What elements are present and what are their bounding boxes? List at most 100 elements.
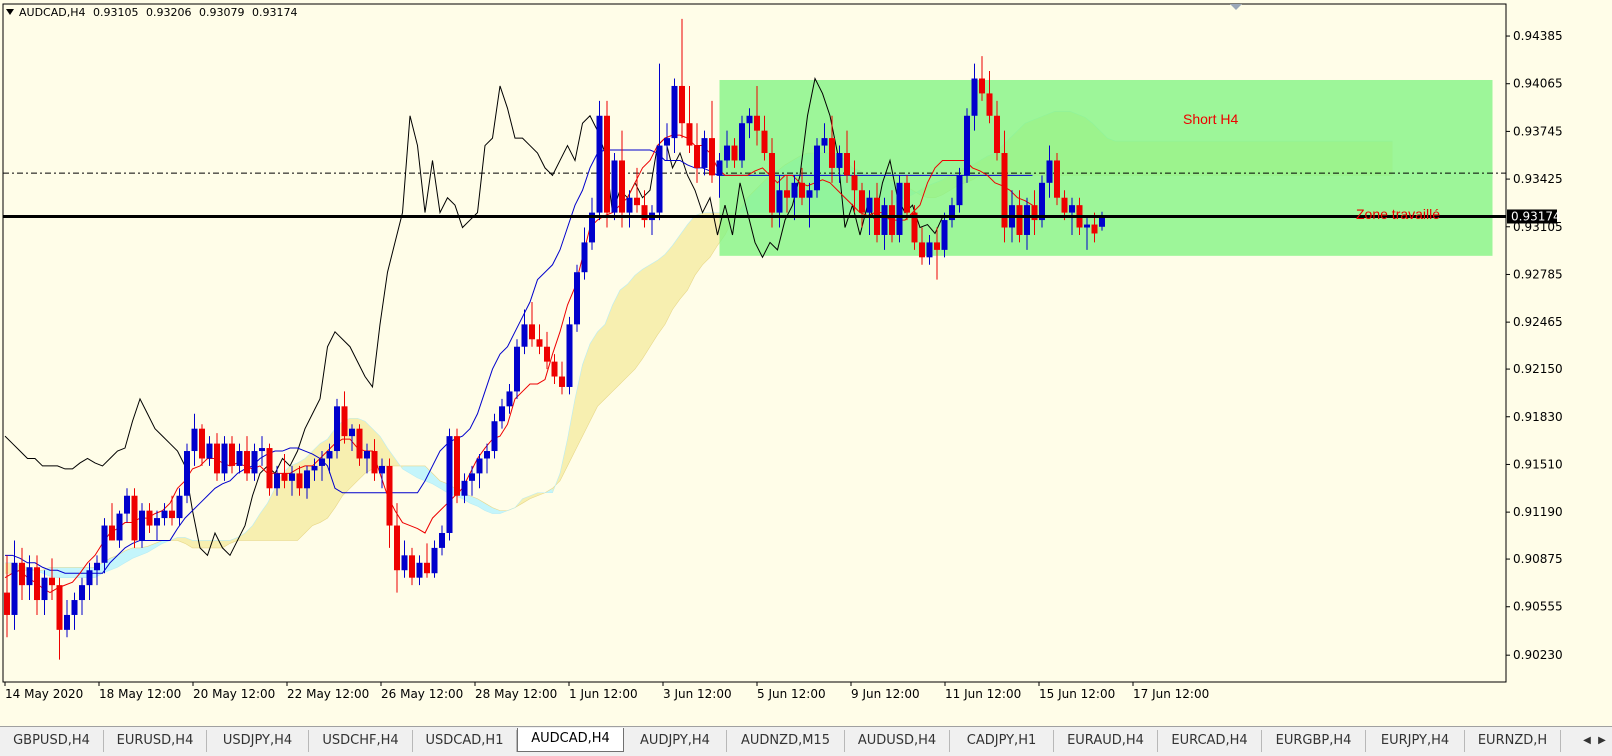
- candle-body: [364, 451, 370, 459]
- candle-body: [889, 205, 895, 235]
- tab-audusd-h4[interactable]: AUDUSD,H4: [845, 730, 950, 752]
- x-tick-label: 14 May 2020: [5, 687, 83, 701]
- tab-audnzd-m15[interactable]: AUDNZD,M15: [727, 730, 845, 752]
- candle-body: [679, 85, 685, 124]
- cloud-segment: [215, 540, 223, 548]
- tab-usdchf-h4[interactable]: USDCHF,H4: [309, 730, 413, 752]
- candle-body: [896, 182, 903, 235]
- candle-body: [611, 160, 618, 213]
- tab-eurjpy-h4[interactable]: EURJPY,H4: [1366, 730, 1465, 752]
- candle-body: [341, 406, 348, 437]
- candle-body: [266, 448, 273, 489]
- price-chart[interactable]: 0.94385 0.94065 0.93745 0.93425 0.93105 0.927…: [0, 0, 1612, 726]
- candle-body: [746, 115, 753, 124]
- y-tick-label: 0.94385: [1513, 29, 1563, 43]
- candle-body: [109, 525, 115, 541]
- tab-eurnzd-h[interactable]: EURNZD,H: [1465, 730, 1561, 752]
- candle-body: [244, 451, 250, 474]
- candle-body: [469, 473, 475, 481]
- candle-body: [626, 197, 633, 213]
- y-tick-label: 0.90875: [1513, 552, 1563, 566]
- candle-body: [506, 391, 513, 407]
- candle-body: [424, 562, 430, 574]
- x-tick-label: 3 Jun 12:00: [663, 687, 732, 701]
- tab-cadjpy-h1[interactable]: CADJPY,H1: [950, 730, 1054, 752]
- candle-body: [701, 138, 708, 168]
- candle-body: [1069, 205, 1075, 213]
- candle-body: [251, 451, 258, 474]
- candle-body: [866, 197, 873, 213]
- candle-body: [724, 145, 730, 161]
- candle-body: [619, 160, 625, 213]
- tab-euraud-h4[interactable]: EURAUD,H4: [1054, 730, 1158, 752]
- cloud-segment: [642, 264, 650, 359]
- cloud-segment: [657, 254, 665, 335]
- candle-body: [776, 190, 783, 213]
- candle: [1039, 175, 1045, 228]
- tab-eurcad-h4[interactable]: EURCAD,H4: [1158, 730, 1262, 752]
- tab-usdjpy-h4[interactable]: USDJPY,H4: [207, 730, 309, 752]
- candle-body: [814, 145, 820, 191]
- candle-body: [409, 555, 415, 578]
- tab-scroll-left-icon[interactable]: ◀: [1580, 733, 1594, 749]
- candle-body: [1054, 160, 1060, 198]
- candle: [896, 175, 903, 243]
- candle-body: [536, 339, 543, 347]
- candle-body: [806, 190, 813, 198]
- dropdown-triangle-icon[interactable]: [6, 9, 14, 15]
- candle-body: [416, 562, 423, 578]
- candle-body: [236, 451, 243, 466]
- cloud-segment: [635, 269, 643, 370]
- candle-body: [634, 197, 640, 206]
- tab-eurusd-h4[interactable]: EURUSD,H4: [104, 730, 207, 752]
- candle-body: [956, 175, 963, 206]
- candle-body: [4, 592, 10, 615]
- y-tick-label: 0.93425: [1513, 172, 1563, 186]
- candle-body: [934, 242, 940, 250]
- candle-body: [394, 525, 400, 571]
- candle-body: [559, 376, 565, 387]
- current-price-label: 0.93174: [1511, 209, 1561, 223]
- candle-body: [499, 406, 505, 422]
- x-tick-label: 15 Jun 12:00: [1039, 687, 1115, 701]
- candle-body: [116, 513, 123, 541]
- candle-body: [1091, 224, 1098, 234]
- tab-eurgbp-h4[interactable]: EURGBP,H4: [1262, 730, 1366, 752]
- tab-audjpy-h4[interactable]: AUDJPY,H4: [624, 730, 727, 752]
- candle: [964, 108, 970, 183]
- cloud-segment: [365, 421, 373, 474]
- candle-body: [739, 123, 745, 161]
- candle-body: [656, 145, 663, 213]
- candle-body: [169, 510, 175, 519]
- chart-window[interactable]: 0.94385 0.94065 0.93745 0.93425 0.93105 0.927…: [0, 0, 1612, 726]
- candle-body: [986, 93, 993, 116]
- candle-body: [439, 532, 445, 548]
- candle-body: [26, 567, 33, 586]
- y-tick-label: 0.94065: [1513, 77, 1563, 91]
- candle-body: [971, 78, 978, 116]
- candle-body: [326, 451, 333, 459]
- candle-body: [176, 495, 183, 519]
- candle: [446, 428, 453, 541]
- x-tick-label: 5 Jun 12:00: [757, 687, 826, 701]
- candle: [574, 264, 580, 332]
- cloud-segment: [695, 212, 703, 276]
- chart-header: AUDCAD,H4 0.93105 0.93206 0.93079 0.9317…: [6, 6, 302, 19]
- candle-body: [919, 242, 925, 258]
- y-tick-label: 0.90555: [1513, 600, 1563, 614]
- candle: [566, 316, 573, 395]
- symbol-tab-bar: GBPUSD,H4 EURUSD,H4 USDJPY,H4 USDCHF,H4 USDC…: [0, 726, 1612, 756]
- tab-usdcad-h1[interactable]: USDCAD,H1: [413, 730, 517, 752]
- candle-body: [1046, 160, 1053, 183]
- candle-body: [529, 324, 535, 340]
- candle-body: [304, 470, 310, 489]
- tab-audcad-h4[interactable]: AUDCAD,H4: [517, 728, 624, 752]
- candle-body: [596, 115, 603, 213]
- candle-body: [1061, 197, 1068, 213]
- tab-scroll-right-icon[interactable]: ▶: [1595, 733, 1609, 749]
- tab-gbpusd-h4[interactable]: GBPUSD,H4: [0, 730, 104, 752]
- x-tick-label: 26 May 12:00: [381, 687, 463, 701]
- candle-body: [214, 443, 220, 474]
- candle-body: [964, 115, 970, 176]
- candle-body: [296, 473, 303, 489]
